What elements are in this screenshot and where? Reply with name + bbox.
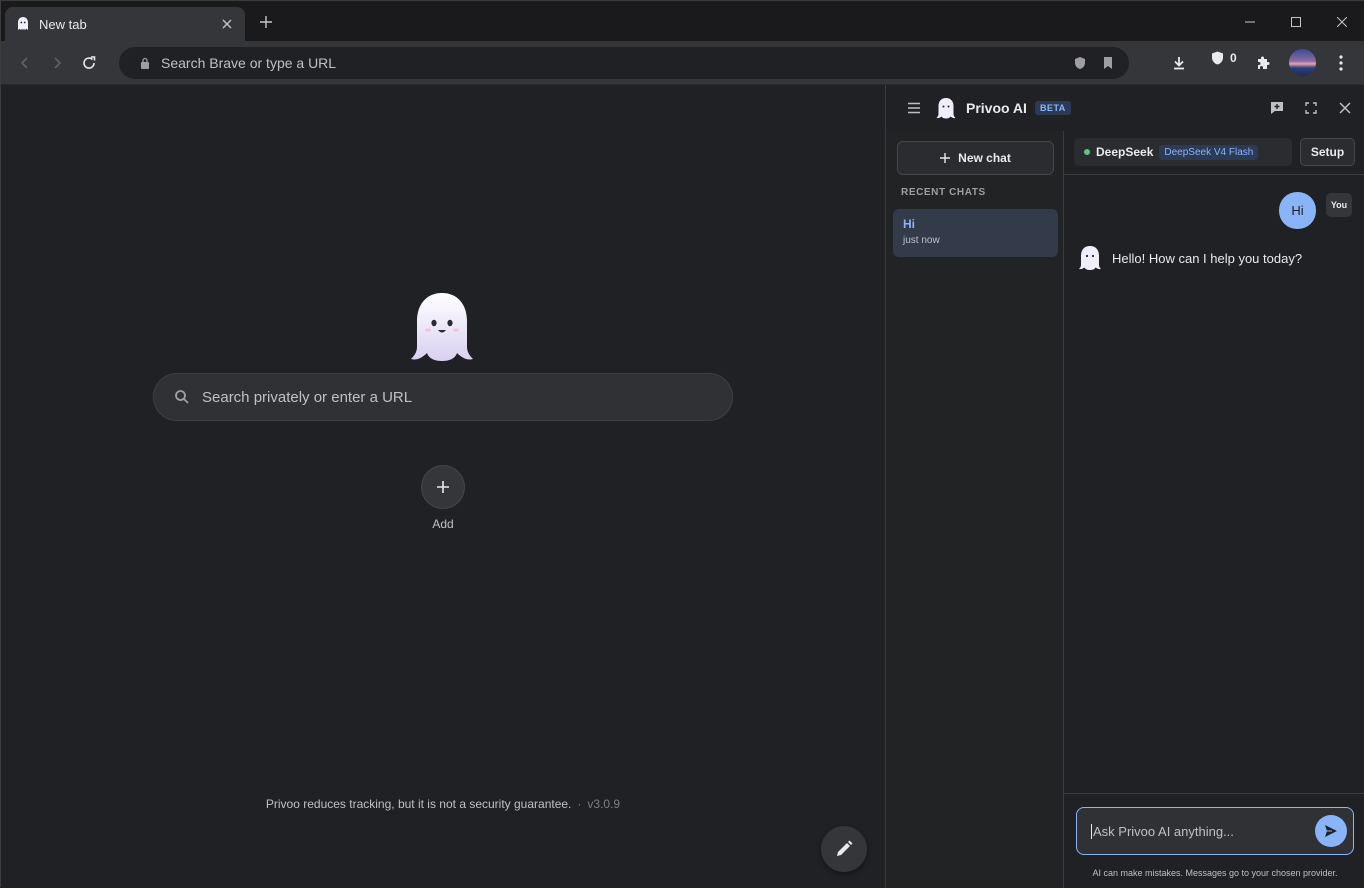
new-chat-icon[interactable] — [1268, 99, 1286, 117]
ghost-icon — [18, 17, 28, 30]
ai-side-panel: Privoo AI BETA New chat RECENT CHATS Hi … — [885, 85, 1364, 888]
status-dot — [1084, 149, 1090, 155]
assistant-message-text: Hello! How can I help you today? — [1112, 250, 1303, 266]
new-tab-button[interactable] — [255, 11, 277, 33]
composer: Ask Privoo AI anything... AI can make mi… — [1064, 793, 1364, 888]
footer-text: Privoo reduces tracking, but it is not a… — [265, 797, 572, 811]
user-badge: You — [1326, 193, 1352, 217]
version-label: v3.0.9 — [587, 797, 621, 811]
model-bar: DeepSeek DeepSeek V4 Flash Setup — [1064, 131, 1364, 175]
send-button[interactable] — [1315, 815, 1347, 847]
chat-input[interactable]: Ask Privoo AI anything... — [1076, 807, 1354, 855]
new-chat-button[interactable]: New chat — [897, 141, 1054, 175]
search-input[interactable]: Search privately or enter a URL — [153, 373, 733, 421]
shields-count: 0 — [1230, 51, 1237, 65]
chat-timestamp: just now — [903, 235, 940, 246]
downloads-button[interactable] — [1167, 51, 1191, 75]
add-shortcut-button[interactable] — [421, 465, 465, 509]
extensions-button[interactable] — [1251, 51, 1275, 75]
forward-icon — [54, 57, 62, 69]
tab-strip: New tab — [1, 1, 1364, 41]
kebab-menu-icon — [1339, 55, 1343, 71]
back-button[interactable] — [13, 51, 37, 75]
plus-icon — [437, 481, 449, 493]
chat-area: DeepSeek DeepSeek V4 Flash Setup Hi You … — [1064, 131, 1364, 888]
reload-button[interactable] — [77, 51, 101, 75]
shields-button[interactable]: 0 — [1211, 51, 1237, 65]
ghost-icon — [1079, 246, 1101, 270]
address-text: Search Brave or type a URL — [161, 55, 337, 71]
panel-title: Privoo AI — [966, 100, 1027, 116]
new-tab-page: Search privately or enter a URL Add Priv… — [1, 85, 885, 888]
shield-icon — [1212, 51, 1223, 65]
setup-button[interactable]: Setup — [1300, 138, 1355, 166]
add-shortcut-label: Add — [432, 517, 454, 531]
model-badge: DeepSeek V4 Flash — [1159, 144, 1259, 160]
forward-button[interactable] — [45, 51, 69, 75]
pencil-icon — [837, 840, 853, 856]
avatar[interactable] — [1289, 49, 1316, 76]
reload-icon — [83, 56, 96, 69]
minimize-button[interactable] — [1237, 9, 1263, 35]
send-icon — [1325, 825, 1337, 837]
close-icon[interactable] — [219, 16, 235, 32]
disclaimer: AI can make mistakes. Messages go to you… — [1092, 868, 1338, 878]
address-bar[interactable]: Search Brave or type a URL — [119, 47, 1129, 79]
download-icon — [1174, 57, 1184, 70]
browser-window: New tab Search Brave or type a URL 0 Sea… — [0, 0, 1364, 888]
model-selector[interactable]: DeepSeek DeepSeek V4 Flash — [1074, 138, 1292, 166]
chat-input-placeholder: Ask Privoo AI anything... — [1091, 823, 1315, 839]
plus-icon — [260, 16, 272, 28]
tab-title: New tab — [39, 16, 87, 32]
expand-icon[interactable] — [1302, 99, 1320, 117]
beta-badge: BETA — [1034, 101, 1071, 115]
back-icon — [20, 57, 28, 69]
chat-list-sidebar: New chat RECENT CHATS Hi just now — [886, 131, 1064, 888]
lock-icon — [141, 57, 149, 69]
assistant-message: Hello! How can I help you today? — [1078, 245, 1302, 271]
new-chat-label: New chat — [958, 151, 1011, 165]
footer-separator: · — [577, 797, 582, 811]
provider-name: DeepSeek — [1096, 145, 1154, 159]
customize-button[interactable] — [821, 826, 867, 872]
ghost-icon — [936, 98, 956, 119]
user-message: Hi — [1279, 192, 1316, 229]
panel-header: Privoo AI BETA — [886, 85, 1364, 131]
tab-new-tab[interactable]: New tab — [5, 7, 245, 41]
recent-chats-heading: RECENT CHATS — [901, 187, 986, 198]
search-placeholder: Search privately or enter a URL — [202, 388, 413, 406]
list-item[interactable]: Hi just now — [893, 209, 1058, 257]
hamburger-icon[interactable] — [906, 100, 922, 116]
chat-title: Hi — [903, 217, 915, 231]
window-close-button[interactable] — [1329, 9, 1355, 35]
browser-menu-button[interactable] — [1329, 51, 1353, 75]
plus-icon — [940, 153, 951, 163]
toolbar: Search Brave or type a URL 0 — [1, 41, 1364, 85]
extensions-icon — [1258, 56, 1270, 69]
privacy-footer: Privoo reduces tracking, but it is not a… — [1, 797, 885, 811]
ghost-icon — [411, 293, 473, 361]
bookmark-icon[interactable] — [1101, 56, 1115, 70]
close-icon[interactable] — [1336, 99, 1354, 117]
search-icon — [175, 390, 189, 404]
shield-icon[interactable] — [1073, 56, 1087, 70]
maximize-button[interactable] — [1283, 9, 1309, 35]
